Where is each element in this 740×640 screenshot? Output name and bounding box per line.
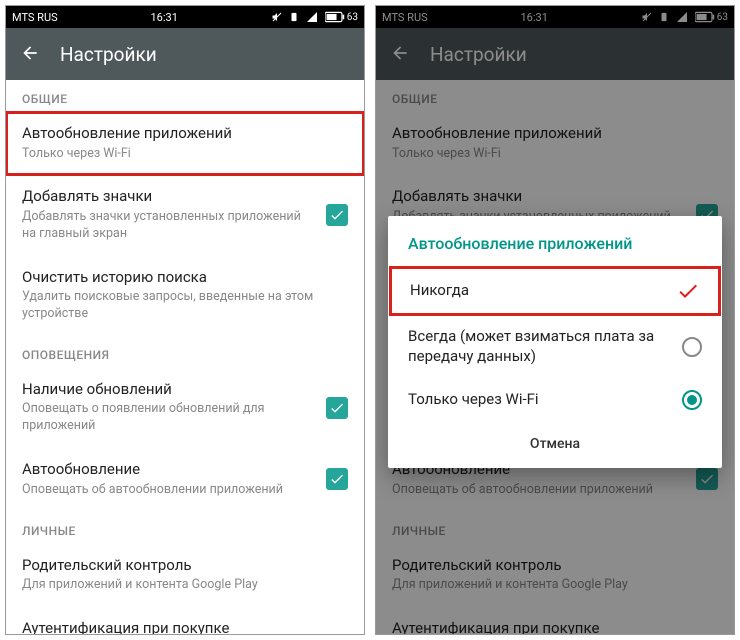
option-wifi[interactable]: Только через Wi-Fi [388,378,722,422]
row-title: Добавлять значки [22,187,316,207]
radio-unchecked-icon[interactable] [682,337,702,357]
option-label: Никогда [410,281,662,301]
row-title: Наличие обновлений [22,380,316,400]
row-autoupdate-notif[interactable]: Автообновление Оповещать об автообновлен… [6,448,364,511]
radio-selected-icon[interactable] [682,390,702,410]
autoupdate-dialog: Автообновление приложений Никогда Всегда… [388,216,722,468]
row-clear-history[interactable]: Очистить историю поиска Удалить поисковы… [6,256,364,336]
row-title: Автообновление приложений [22,124,348,144]
checkbox-checked-icon[interactable] [326,468,348,490]
row-sub: Для приложений и контента Google Play [22,577,348,594]
checkmark-icon [676,279,700,303]
battery-icon: 63 [325,11,358,23]
row-add-icons[interactable]: Добавлять значки Добавлять значки устано… [6,175,364,255]
section-general: ОБЩИЕ [6,80,364,112]
phone-right: MTS RUS 16:31 63 Настройки ОБЩИЕ [375,5,735,635]
carrier-label: MTS RUS [12,11,58,24]
row-sub: Удалить поисковые запросы, введенные на … [22,289,348,323]
row-sub: Только через Wi-Fi [22,146,348,163]
row-title: Очистить историю поиска [22,268,348,288]
option-always[interactable]: Всегда (может взиматься плата за передач… [388,315,722,378]
checkbox-checked-icon[interactable] [326,397,348,419]
row-sub: Добавлять значки установленных приложени… [22,209,316,243]
row-title: Аутентификация при покупке [22,619,348,635]
appbar-title: Настройки [60,43,157,66]
dialog-title: Автообновление приложений [388,216,722,267]
settings-list: ОБЩИЕ Автообновление приложений Только ч… [6,80,364,635]
row-parental[interactable]: Родительский контроль Для приложений и к… [6,544,364,607]
section-notifications: ОПОВЕЩЕНИЯ [6,336,364,368]
option-label: Только через Wi-Fi [408,390,668,410]
battery-pct: 63 [347,12,358,23]
status-time: 16:31 [150,11,177,24]
cancel-button[interactable]: Отмена [388,422,722,468]
signal-icon [305,11,319,23]
row-title: Автообновление [22,460,316,480]
sim-icon [289,11,299,23]
option-never[interactable]: Никогда [390,267,720,315]
checkbox-checked-icon[interactable] [326,204,348,226]
option-label: Всегда (может взиматься плата за передач… [408,327,668,366]
row-title: Родительский контроль [22,556,348,576]
row-auth[interactable]: Аутентификация при покупке [6,607,364,635]
section-personal: ЛИЧНЫЕ [6,512,364,544]
appbar: Настройки [6,28,364,80]
phone-left: MTS RUS 16:31 63 Настройки ОБЩИЕ [5,5,365,635]
status-bar: MTS RUS 16:31 63 [6,6,364,28]
row-sub: Оповещать о появлении обновлений для при… [22,401,316,435]
mute-icon [271,11,283,23]
row-sub: Оповещать об автообновлении приложений [22,482,316,499]
back-icon[interactable] [20,43,40,66]
row-autoupdate-apps[interactable]: Автообновление приложений Только через W… [6,112,364,175]
row-has-updates[interactable]: Наличие обновлений Оповещать о появлении… [6,368,364,448]
